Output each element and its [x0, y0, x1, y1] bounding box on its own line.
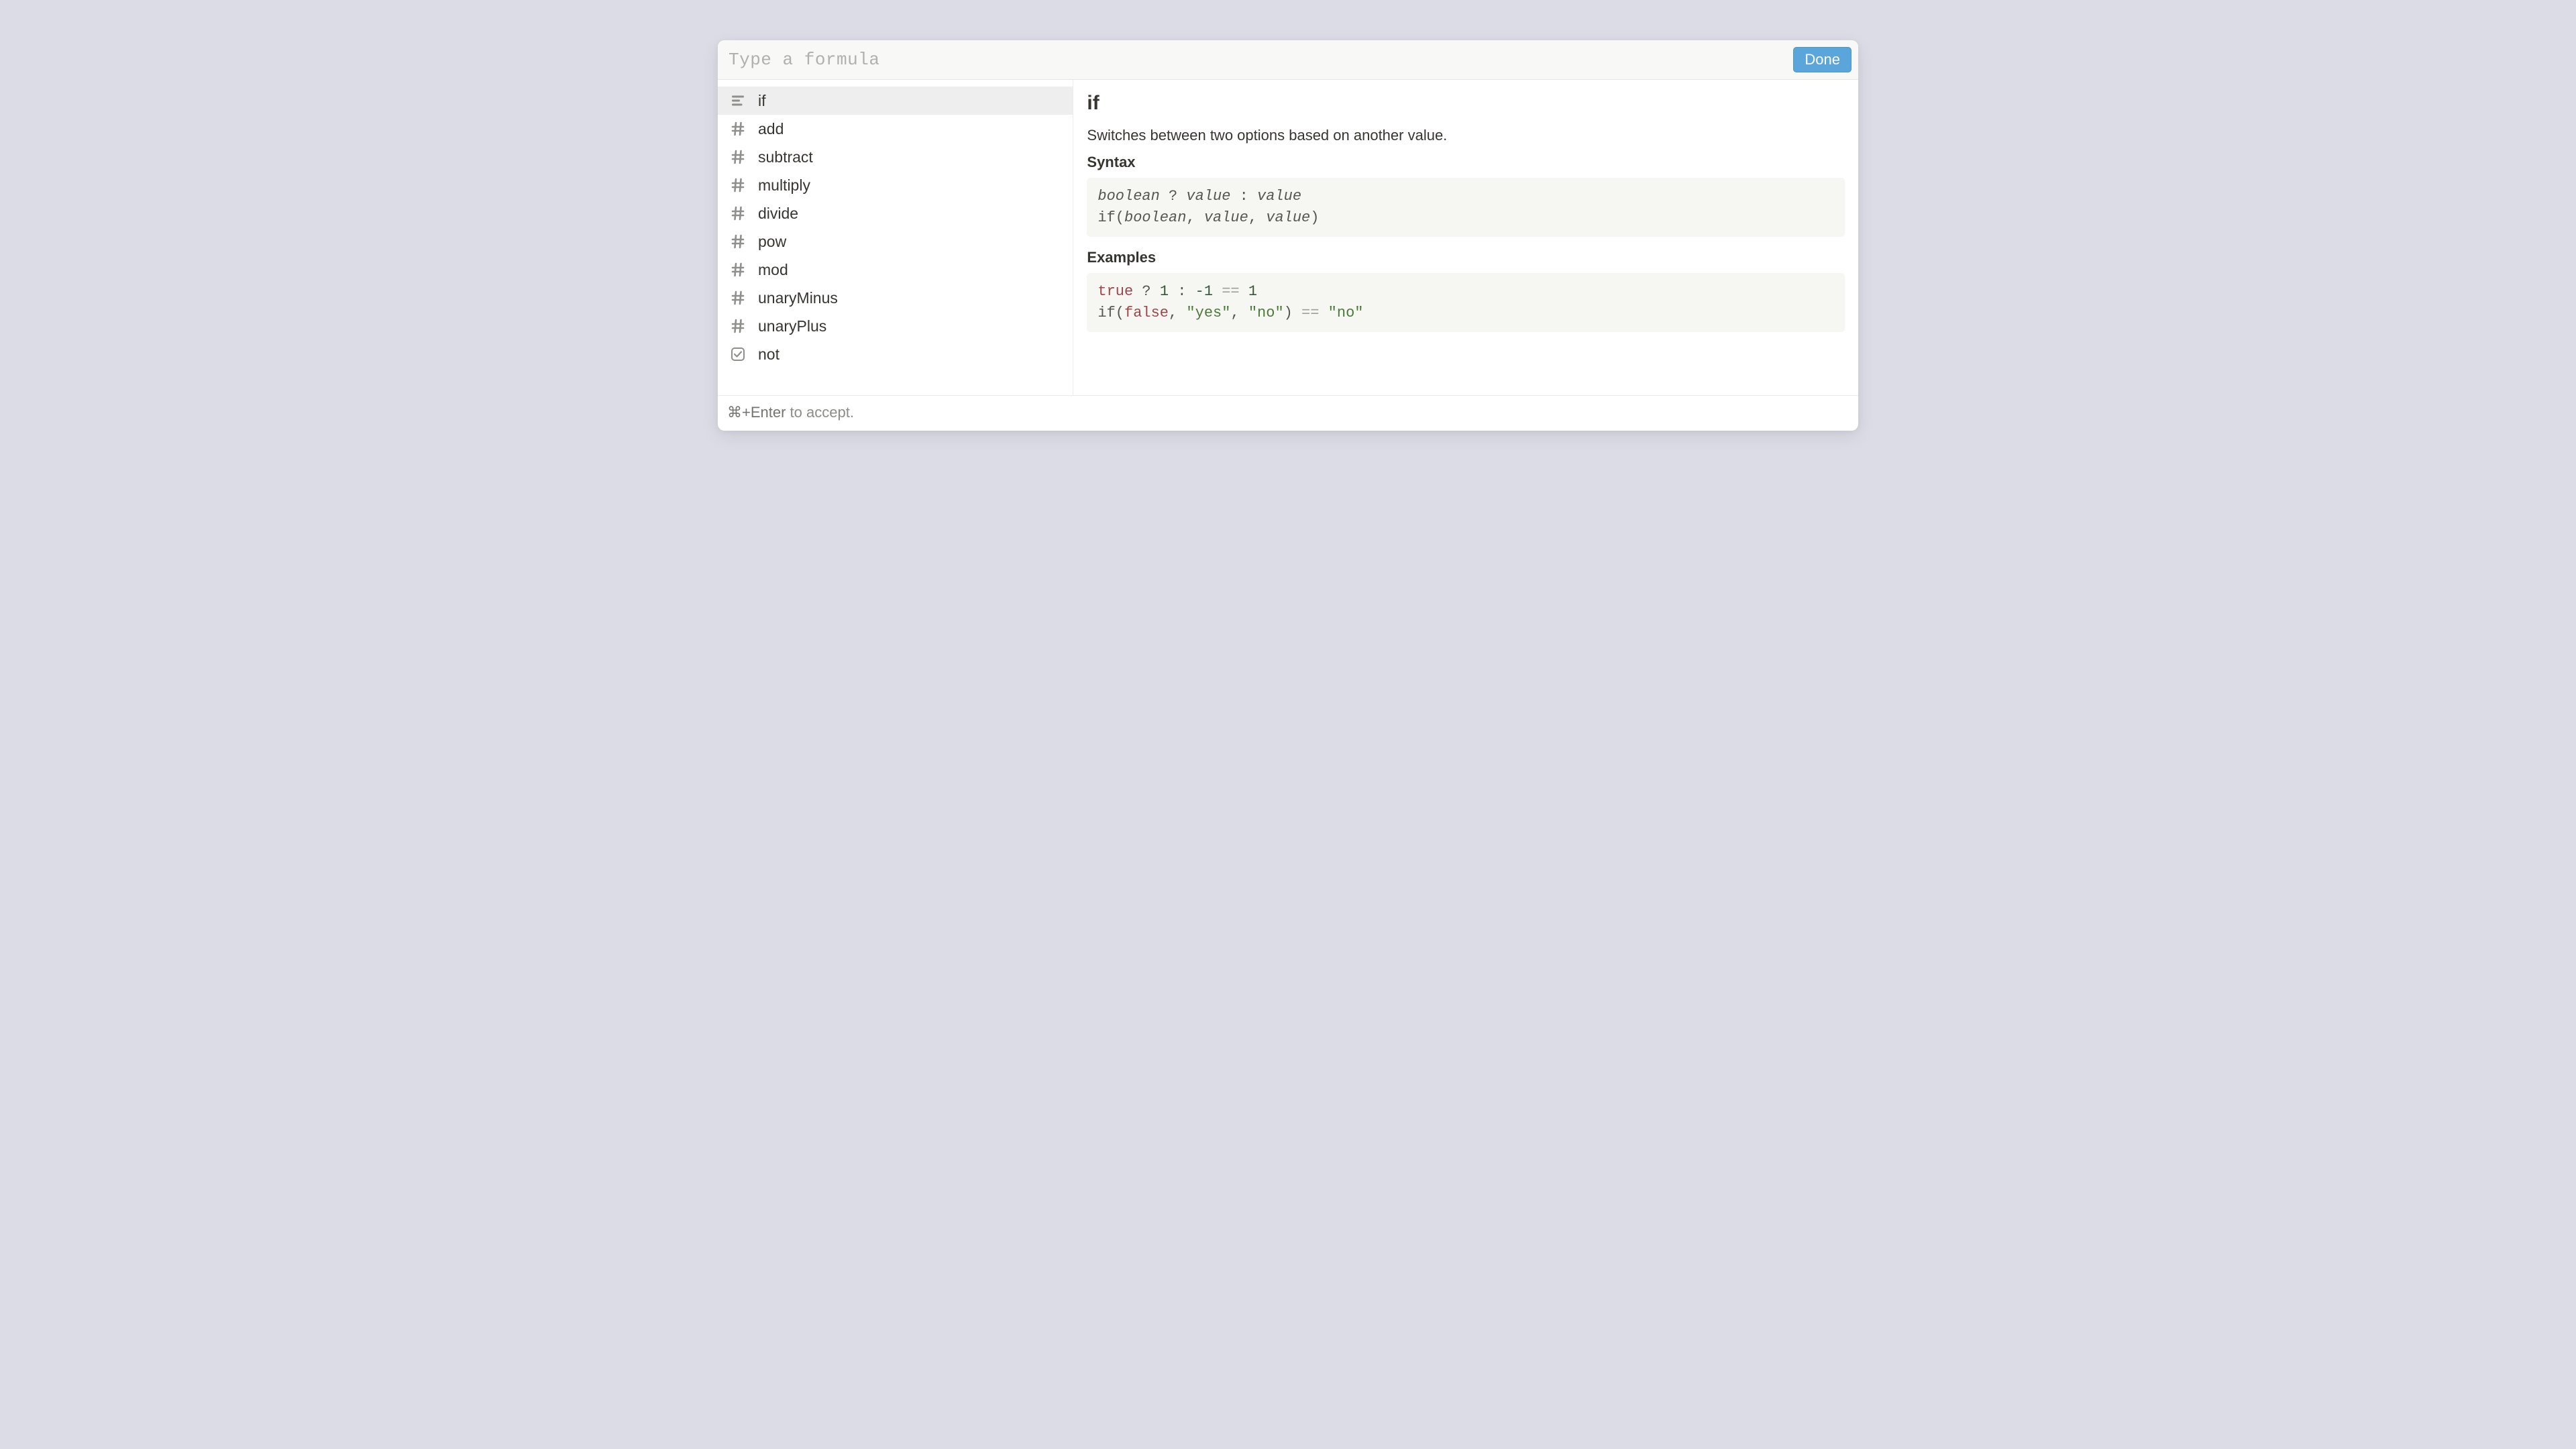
detail-description: Switches between two options based on an… — [1087, 127, 1845, 144]
hash-icon — [730, 262, 746, 278]
hash-icon — [730, 318, 746, 334]
syntax-codeblock: boolean ? value : value if(boolean, valu… — [1087, 178, 1845, 237]
function-detail: if Switches between two options based on… — [1073, 80, 1858, 395]
formula-input[interactable] — [727, 47, 1786, 72]
sidebar-item-label: divide — [758, 206, 798, 221]
sidebar-item-mod[interactable]: mod — [718, 256, 1073, 284]
sidebar-item-label: unaryPlus — [758, 319, 826, 334]
hash-icon — [730, 233, 746, 250]
hash-icon — [730, 149, 746, 165]
sidebar-item-add[interactable]: add — [718, 115, 1073, 143]
hash-icon — [730, 290, 746, 306]
sidebar-item-label: multiply — [758, 178, 810, 193]
sidebar-item-multiply[interactable]: multiply — [718, 171, 1073, 199]
footer-hint: ⌘+Enter to accept. — [718, 395, 1858, 431]
sidebar-item-label: if — [758, 93, 766, 109]
sidebar-item-unaryPlus[interactable]: unaryPlus — [718, 312, 1073, 340]
formula-editor-panel: Done if add subtract multiply divide pow mod un… — [718, 40, 1858, 431]
sidebar-item-subtract[interactable]: subtract — [718, 143, 1073, 171]
sidebar-item-divide[interactable]: divide — [718, 199, 1073, 227]
detail-title: if — [1087, 92, 1845, 115]
sidebar-item-label: add — [758, 121, 784, 137]
footer-kbd: ⌘+Enter — [727, 404, 786, 421]
sidebar-item-label: subtract — [758, 150, 813, 165]
syntax-heading: Syntax — [1087, 154, 1845, 171]
formula-body: if add subtract multiply divide pow mod unaryMi… — [718, 80, 1858, 395]
examples-heading: Examples — [1087, 249, 1845, 266]
sidebar-item-not[interactable]: not — [718, 340, 1073, 368]
sidebar-item-label: pow — [758, 234, 786, 250]
text-lines-icon — [730, 93, 746, 109]
sidebar-item-label: unaryMinus — [758, 290, 838, 306]
function-sidebar[interactable]: if add subtract multiply divide pow mod unaryMi… — [718, 80, 1073, 395]
formula-topbar: Done — [718, 40, 1858, 80]
hash-icon — [730, 177, 746, 193]
sidebar-item-pow[interactable]: pow — [718, 227, 1073, 256]
sidebar-item-label: not — [758, 347, 780, 362]
sidebar-item-label: mod — [758, 262, 788, 278]
done-button[interactable]: Done — [1793, 47, 1851, 72]
checkbox-icon — [730, 346, 746, 362]
hash-icon — [730, 205, 746, 221]
sidebar-item-unaryMinus[interactable]: unaryMinus — [718, 284, 1073, 312]
hash-icon — [730, 121, 746, 137]
examples-codeblock: true ? 1 : -1 == 1 if(false, "yes", "no"… — [1087, 273, 1845, 332]
sidebar-item-if[interactable]: if — [718, 87, 1073, 115]
footer-suffix: to accept. — [786, 404, 854, 421]
